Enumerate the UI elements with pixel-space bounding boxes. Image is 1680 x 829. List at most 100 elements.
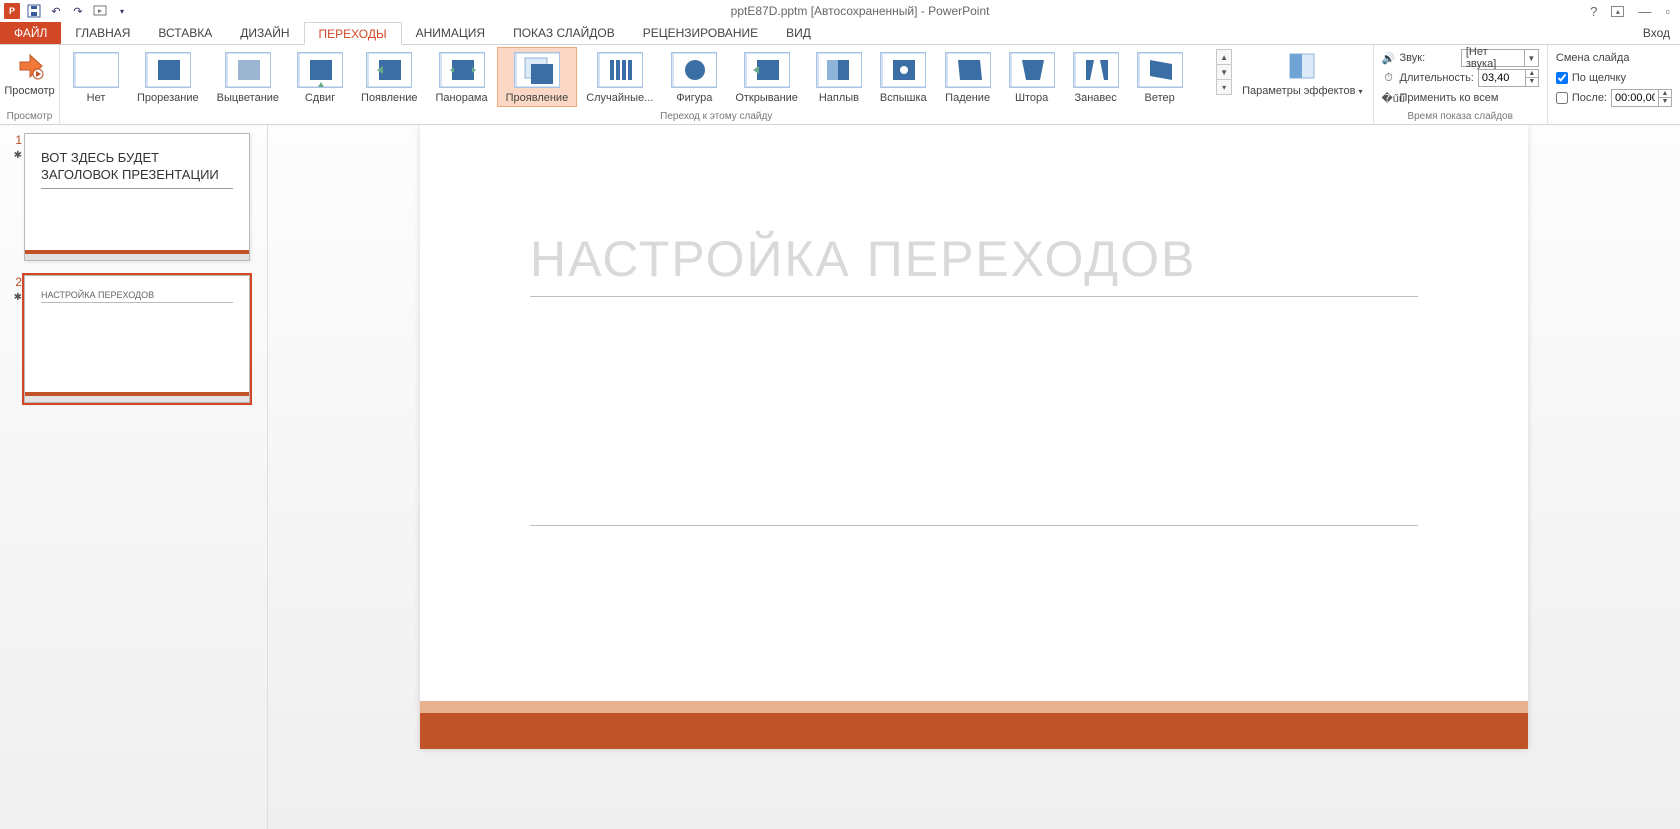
- qat-dropdown-icon[interactable]: ▾: [114, 3, 130, 19]
- spin-up-icon[interactable]: ▲: [1526, 70, 1538, 78]
- transition-split[interactable]: Панорама: [426, 47, 496, 107]
- sound-combo[interactable]: [Нет звука] ▼: [1461, 49, 1539, 67]
- group-transitions: НетПрорезание Выцветание Сдвиг Появление Пан…: [60, 45, 1374, 124]
- tab-insert[interactable]: ВСТАВКА: [144, 22, 226, 44]
- transition-wipe[interactable]: Появление: [352, 47, 426, 107]
- transition-drape[interactable]: Штора: [1000, 47, 1064, 107]
- transition-label: Штора: [1015, 92, 1048, 104]
- current-slide[interactable]: НАСТРОЙКА ПЕРЕХОДОВ: [420, 125, 1528, 749]
- after-spinner[interactable]: ▲▼: [1611, 89, 1672, 107]
- transition-random[interactable]: Случайные...: [577, 47, 662, 107]
- duration-input[interactable]: [1479, 72, 1525, 84]
- slide-thumbnails: 1✱ ВОТ ЗДЕСЬ БУДЕТ ЗАГОЛОВОК ПРЕЗЕНТАЦИИ…: [0, 125, 268, 829]
- transition-label: Выцветание: [217, 92, 279, 104]
- chevron-down-icon[interactable]: ▼: [1524, 50, 1538, 66]
- thumb-number: 1✱: [10, 133, 24, 261]
- group-advance-label: [1552, 110, 1676, 124]
- tab-home[interactable]: ГЛАВНАЯ: [61, 22, 144, 44]
- group-timing-label: Время показа слайдов: [1378, 110, 1543, 124]
- after-checkbox[interactable]: [1556, 92, 1568, 104]
- transition-uncover[interactable]: Открывание: [726, 47, 807, 107]
- gallery-scroll: ▲ ▼ ▾: [1216, 49, 1232, 94]
- transition-random-icon: [597, 52, 643, 88]
- tab-transitions[interactable]: ПЕРЕХОДЫ: [304, 22, 402, 45]
- transition-fall[interactable]: Падение: [936, 47, 1000, 107]
- gallery-up-icon[interactable]: ▲: [1216, 49, 1232, 65]
- tab-design[interactable]: ДИЗАЙН: [226, 22, 303, 44]
- transition-split-icon: [439, 52, 485, 88]
- transition-shape[interactable]: Фигура: [662, 47, 726, 107]
- transition-label: Сдвиг: [305, 92, 335, 104]
- undo-icon[interactable]: ↶: [48, 3, 64, 19]
- thumb-slide-2[interactable]: НАСТРОЙКА ПЕРЕХОДОВ: [24, 275, 250, 403]
- effect-options-button[interactable]: Параметры эффектов ▾: [1236, 47, 1368, 99]
- ribbon: Просмотр Просмотр НетПрорезаниеВыцветани…: [0, 45, 1680, 125]
- save-icon[interactable]: [26, 3, 42, 19]
- transition-label: Фигура: [676, 92, 712, 104]
- transition-drape-icon: [1009, 52, 1055, 88]
- thumb-title: НАСТРОЙКА ПЕРЕХОДОВ: [41, 290, 233, 303]
- transition-wind-icon: [1137, 52, 1183, 88]
- apply-all-label: Применить ко всем: [1400, 92, 1499, 104]
- help-icon[interactable]: ?: [1590, 4, 1597, 19]
- transition-label: Панорама: [435, 92, 487, 104]
- transition-curtain-icon: [1073, 52, 1119, 88]
- transition-label: Падение: [945, 92, 990, 104]
- transition-flash[interactable]: Вспышка: [871, 47, 936, 107]
- transition-curtain[interactable]: Занавес: [1064, 47, 1128, 107]
- spin-up-icon[interactable]: ▲: [1659, 90, 1671, 98]
- preview-button[interactable]: Просмотр: [4, 47, 55, 99]
- tab-view[interactable]: ВИД: [772, 22, 825, 44]
- ribbon-display-icon[interactable]: ▴: [1611, 6, 1624, 17]
- transition-fade[interactable]: Выцветание: [208, 47, 288, 107]
- minimize-icon[interactable]: —: [1638, 4, 1651, 19]
- transition-cover[interactable]: Наплыв: [807, 47, 871, 107]
- restore-icon[interactable]: ▫: [1665, 4, 1670, 19]
- apply-all-button[interactable]: �űű Применить ко всем: [1382, 89, 1539, 107]
- duration-spinner[interactable]: ▲▼: [1478, 69, 1539, 87]
- gallery-more-icon[interactable]: ▾: [1216, 79, 1232, 95]
- spin-down-icon[interactable]: ▼: [1659, 98, 1671, 106]
- tab-animations[interactable]: АНИМАЦИЯ: [402, 22, 499, 44]
- transition-push[interactable]: Сдвиг: [288, 47, 352, 107]
- start-from-beginning-icon[interactable]: [92, 3, 108, 19]
- duration-label: Длительность:: [1400, 72, 1474, 84]
- transition-cut[interactable]: Прорезание: [128, 47, 208, 107]
- transition-wind[interactable]: Ветер: [1128, 47, 1192, 107]
- slide-title[interactable]: НАСТРОЙКА ПЕРЕХОДОВ: [530, 230, 1418, 297]
- tab-file[interactable]: ФАЙЛ: [0, 22, 61, 44]
- transition-fade-icon: [225, 52, 271, 88]
- sound-icon: 🔊: [1382, 52, 1396, 65]
- transition-reveal[interactable]: Проявление: [497, 47, 578, 107]
- transition-gallery: НетПрорезание Выцветание Сдвиг Появление Пан…: [64, 47, 1214, 107]
- tab-slideshow[interactable]: ПОКАЗ СЛАЙДОВ: [499, 22, 629, 44]
- transition-indicator-icon: ✱: [14, 292, 22, 303]
- thumb-title: ВОТ ЗДЕСЬ БУДЕТ ЗАГОЛОВОК ПРЕЗЕНТАЦИИ: [41, 150, 233, 189]
- thumbnail-1[interactable]: 1✱ ВОТ ЗДЕСЬ БУДЕТ ЗАГОЛОВОК ПРЕЗЕНТАЦИИ: [10, 133, 257, 261]
- transition-label: Ветер: [1145, 92, 1175, 104]
- thumbnail-2[interactable]: 2✱ НАСТРОЙКА ПЕРЕХОДОВ: [10, 275, 257, 403]
- slide-footer-band: [420, 713, 1528, 749]
- slide-accent-band: [420, 701, 1528, 713]
- after-input[interactable]: [1612, 92, 1658, 104]
- transition-indicator-icon: ✱: [14, 150, 22, 161]
- title-bar: P ↶ ↷ ▾ pptE87D.pptm [Автосохраненный] -…: [0, 0, 1680, 22]
- redo-icon[interactable]: ↷: [70, 3, 86, 19]
- spin-down-icon[interactable]: ▼: [1526, 78, 1538, 86]
- transition-label: Вспышка: [880, 92, 927, 104]
- transition-cut-icon: [145, 52, 191, 88]
- transition-none[interactable]: Нет: [64, 47, 128, 107]
- thumb-slide-1[interactable]: ВОТ ЗДЕСЬ БУДЕТ ЗАГОЛОВОК ПРЕЗЕНТАЦИИ: [24, 133, 250, 261]
- signin-link[interactable]: Вход: [1633, 22, 1680, 44]
- transition-reveal-icon: [514, 52, 560, 88]
- preview-label: Просмотр: [4, 85, 54, 97]
- on-click-checkbox[interactable]: [1556, 72, 1568, 84]
- app-icon[interactable]: P: [4, 3, 20, 19]
- gallery-down-icon[interactable]: ▼: [1216, 64, 1232, 80]
- thumb-number: 2✱: [10, 275, 24, 403]
- effect-options-label: Параметры эффектов ▾: [1242, 85, 1362, 97]
- tab-review[interactable]: РЕЦЕНЗИРОВАНИЕ: [629, 22, 772, 44]
- transition-none-icon: [73, 52, 119, 88]
- transition-label: Наплыв: [819, 92, 859, 104]
- effect-options-icon: [1287, 51, 1317, 81]
